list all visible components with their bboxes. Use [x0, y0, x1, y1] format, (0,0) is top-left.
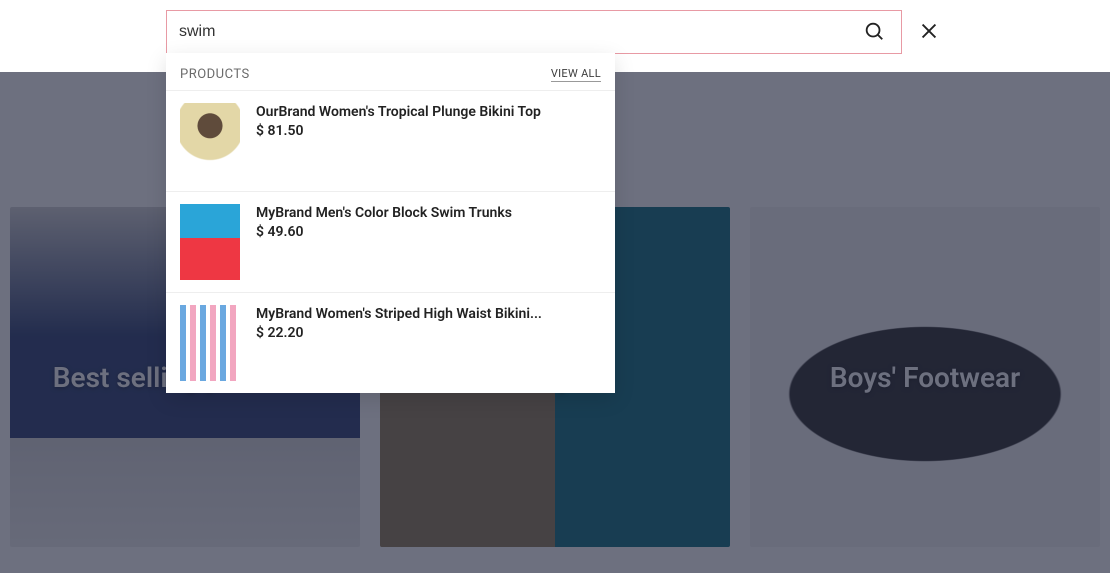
product-price: $ 49.60 — [256, 224, 512, 240]
product-thumbnail — [180, 103, 240, 179]
search-icon — [863, 30, 885, 45]
autocomplete-section-title: PRODUCTS — [180, 67, 250, 82]
product-info: MyBrand Women's Striped High Waist Bikin… — [256, 305, 542, 381]
product-price: $ 22.20 — [256, 325, 542, 341]
product-info: OurBrand Women's Tropical Plunge Bikini … — [256, 103, 541, 179]
product-info: MyBrand Men's Color Block Swim Trunks $ … — [256, 204, 512, 280]
search-submit-button[interactable] — [859, 16, 889, 49]
product-price: $ 81.50 — [256, 123, 541, 139]
autocomplete-item[interactable]: OurBrand Women's Tropical Plunge Bikini … — [166, 90, 615, 191]
product-name: MyBrand Men's Color Block Swim Trunks — [256, 204, 512, 222]
autocomplete-item[interactable]: MyBrand Men's Color Block Swim Trunks $ … — [166, 191, 615, 292]
product-name: MyBrand Women's Striped High Waist Bikin… — [256, 305, 542, 323]
search-close-button[interactable] — [914, 16, 944, 49]
autocomplete-header: PRODUCTS VIEW ALL — [166, 53, 615, 90]
autocomplete-view-all-link[interactable]: VIEW ALL — [551, 67, 601, 82]
product-thumbnail — [180, 305, 240, 381]
product-thumbnail — [180, 204, 240, 280]
product-name: OurBrand Women's Tropical Plunge Bikini … — [256, 103, 541, 121]
search-autocomplete-panel: PRODUCTS VIEW ALL OurBrand Women's Tropi… — [166, 53, 615, 393]
search-input-wrap[interactable] — [166, 10, 902, 54]
search-input[interactable] — [179, 23, 859, 41]
autocomplete-item[interactable]: MyBrand Women's Striped High Waist Bikin… — [166, 292, 615, 393]
close-icon — [918, 30, 940, 45]
